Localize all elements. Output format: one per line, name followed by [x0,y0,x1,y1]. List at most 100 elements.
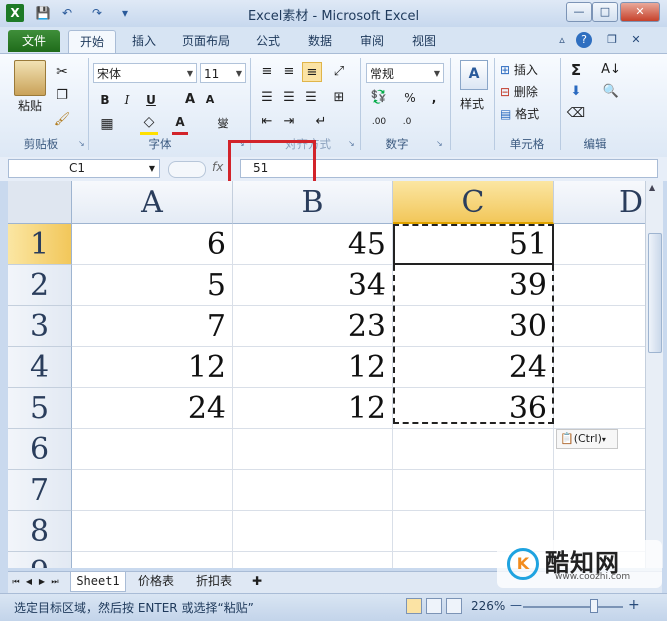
vertical-scrollbar[interactable]: ▲ [645,181,663,568]
grow-font-button[interactable]: A [182,90,198,110]
comma-button[interactable]: , [428,88,440,108]
cell-a9[interactable] [72,552,233,568]
cell-b5[interactable]: 12 [233,388,393,429]
select-all-button[interactable] [8,181,72,224]
next-sheet-icon[interactable]: ▶ [36,572,48,591]
cell-d1[interactable] [554,224,645,265]
align-middle-icon[interactable]: ≡ [280,62,298,82]
scroll-up-icon[interactable]: ▲ [649,183,655,192]
column-header-b[interactable]: B [233,181,393,224]
align-center-icon[interactable]: ☰ [280,88,298,108]
cell-b7[interactable] [233,470,393,511]
italic-button[interactable]: I [118,90,136,110]
clear-icon[interactable]: ⌫ [566,104,586,124]
insert-function-icon[interactable]: fx [212,160,223,174]
autosum-button[interactable]: Σ [566,60,586,80]
zoom-slider-handle[interactable] [590,599,598,613]
cell-a2[interactable]: 5 [72,265,233,306]
cell-d7[interactable] [554,470,645,511]
font-color-icon[interactable]: A [172,112,188,135]
number-format-select[interactable]: 常规 ▼ [366,63,444,83]
close-window-button[interactable]: ✕ [620,2,660,22]
tab-file[interactable]: 文件 [8,30,60,52]
cell-c4[interactable]: 24 [393,347,554,388]
page-layout-view-icon[interactable] [426,598,442,614]
tab-view[interactable]: 视图 [404,30,444,52]
zoom-out-button[interactable]: — [510,598,522,612]
cell-b6[interactable] [233,429,393,470]
tab-data[interactable]: 数据 [300,30,340,52]
alignment-launcher-icon[interactable]: ↘ [348,139,357,148]
tab-review[interactable]: 审阅 [352,30,392,52]
cell-c2[interactable]: 39 [393,265,554,306]
wrap-text-icon[interactable]: ↵ [312,112,330,132]
name-box-resize-handle[interactable] [168,161,206,178]
cell-b3[interactable]: 23 [233,306,393,347]
normal-view-icon[interactable] [406,598,422,614]
cut-icon[interactable]: ✂ [52,62,72,82]
borders-icon[interactable]: ▦ [98,114,116,134]
column-header-c[interactable]: C [393,181,554,224]
cell-b4[interactable]: 12 [233,347,393,388]
cell-b9[interactable] [233,552,393,568]
phonetic-icon[interactable]: 燮 [214,114,232,134]
cell-c1[interactable]: 51 [393,224,554,265]
last-sheet-icon[interactable]: ⏭ [49,572,61,591]
font-name-select[interactable]: 宋体 ▼ [93,63,197,83]
cell-a6[interactable] [72,429,233,470]
align-left-icon[interactable]: ☰ [258,88,276,108]
scroll-thumb[interactable] [648,233,662,353]
cell-d5[interactable] [554,388,645,429]
column-header-a[interactable]: A [72,181,233,224]
zoom-slider[interactable] [523,606,623,608]
sheet-tab-price[interactable]: 价格表 [130,572,182,591]
maximize-button[interactable]: □ [592,2,618,22]
fill-icon[interactable]: ⬇ [566,82,586,102]
cell-a1[interactable]: 6 [72,224,233,265]
styles-button[interactable]: 样式 [452,94,492,114]
cell-b2[interactable]: 34 [233,265,393,306]
cell-a8[interactable] [72,511,233,552]
format-painter-icon[interactable]: 🖌 [52,110,72,130]
paste-options-button[interactable]: 📋(Ctrl)▾ [556,429,618,449]
font-size-select[interactable]: 11 ▼ [200,63,246,83]
copy-icon[interactable]: ❐ [52,86,72,106]
cell-c6[interactable] [393,429,554,470]
align-right-icon[interactable]: ☰ [302,88,320,108]
cell-b1[interactable]: 45 [233,224,393,265]
row-header-6[interactable]: 6 [8,429,72,470]
chevron-down-icon[interactable]: ▼ [149,160,155,177]
row-header-9[interactable]: 9 [8,552,72,568]
cell-a5[interactable]: 24 [72,388,233,429]
cell-c5[interactable]: 36 [393,388,554,429]
clipboard-launcher-icon[interactable]: ↘ [78,139,87,148]
worksheet-grid[interactable]: A B C D 1 2 3 4 5 6 7 8 9 6 45 51 5 34 3… [8,181,645,568]
close-workbook-icon[interactable]: ✕ [628,32,644,48]
cell-c7[interactable] [393,470,554,511]
delete-cells-button[interactable]: ⊟ 删除 [500,82,552,102]
insert-cells-button[interactable]: ⊞ 插入 [500,60,552,80]
cell-c3[interactable]: 30 [393,306,554,347]
orientation-icon[interactable]: ⤢ [330,62,348,82]
cell-a3[interactable]: 7 [72,306,233,347]
help-icon[interactable]: ? [576,32,592,48]
merge-center-icon[interactable]: ⊞ [330,88,348,108]
tab-formulas[interactable]: 公式 [248,30,288,52]
row-header-7[interactable]: 7 [8,470,72,511]
align-top-icon[interactable]: ≡ [258,62,276,82]
row-header-3[interactable]: 3 [8,306,72,347]
currency-icon[interactable]: 💱 [368,88,390,108]
increase-indent-icon[interactable]: ⇥ [280,112,298,132]
prev-sheet-icon[interactable]: ◀ [23,572,35,591]
restore-workbook-icon[interactable]: ❐ [604,32,620,48]
row-header-4[interactable]: 4 [8,347,72,388]
sheet-tab-discount[interactable]: 折扣表 [188,572,240,591]
cell-a7[interactable] [72,470,233,511]
name-box[interactable]: C1 ▼ [8,159,160,178]
format-cells-button[interactable]: ▤ 格式 [500,104,552,124]
styles-icon[interactable]: A [460,60,488,90]
row-header-5[interactable]: 5 [8,388,72,429]
paste-button[interactable]: 粘贴 [10,96,50,116]
percent-button[interactable]: % [402,88,418,108]
cell-d4[interactable] [554,347,645,388]
